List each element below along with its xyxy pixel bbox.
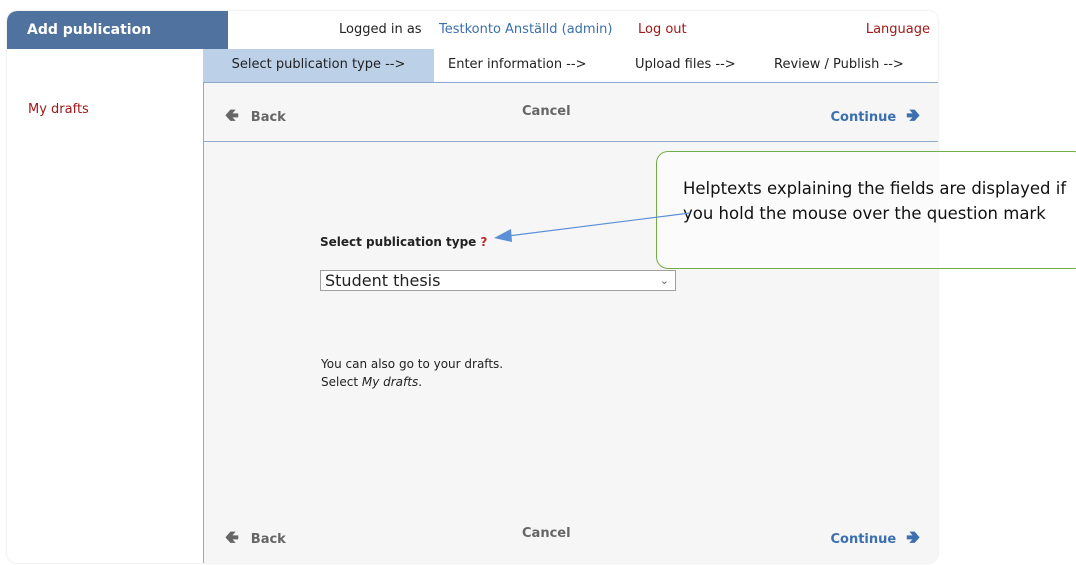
- language-link[interactable]: Language: [866, 22, 930, 37]
- drafts-note-line2: Select My drafts.: [321, 373, 503, 391]
- top-bar: Logged in as Testkonto Anställd (admin) …: [228, 11, 938, 49]
- logout-link[interactable]: Log out: [638, 22, 687, 37]
- step-tabs: Select publication type --> Enter inform…: [203, 49, 938, 83]
- page-title: Add publication: [7, 11, 228, 49]
- chevron-down-icon: ⌄: [659, 274, 669, 287]
- drafts-note: You can also go to your drafts. Select M…: [321, 355, 503, 391]
- back-button-bottom[interactable]: 🢀 Back: [225, 525, 286, 554]
- sidebar: My drafts: [7, 49, 203, 563]
- arrow-left-icon: 🢀: [225, 528, 239, 548]
- cancel-button[interactable]: Cancel: [522, 104, 571, 119]
- arrow-right-icon: 🢂: [906, 106, 920, 126]
- tab-upload-files[interactable]: Upload files -->: [635, 49, 736, 82]
- publication-type-select[interactable]: Student thesis ⌄: [320, 270, 676, 291]
- help-callout: Helptexts explaining the fields are disp…: [656, 151, 1076, 269]
- drafts-note-link: My drafts: [361, 375, 419, 389]
- sidebar-item-my-drafts[interactable]: My drafts: [28, 102, 89, 117]
- tab-review-publish[interactable]: Review / Publish -->: [774, 49, 904, 82]
- back-label: Back: [250, 110, 286, 125]
- continue-button[interactable]: Continue 🢂: [830, 103, 920, 132]
- continue-label: Continue: [830, 110, 897, 125]
- drafts-note-suffix: .: [418, 375, 423, 389]
- nav-bar-bottom: 🢀 Back Cancel Continue 🢂: [204, 505, 938, 563]
- publication-type-value: Student thesis: [325, 271, 441, 290]
- cancel-button-bottom[interactable]: Cancel: [522, 526, 571, 541]
- drafts-note-line1: You can also go to your drafts.: [321, 357, 504, 371]
- arrow-right-icon: 🢂: [906, 528, 920, 548]
- logged-in-label: Logged in as: [339, 22, 422, 37]
- help-question-mark[interactable]: ?: [480, 235, 487, 249]
- continue-label-bottom: Continue: [830, 532, 897, 547]
- publication-type-label: Select publication type?: [320, 235, 487, 249]
- arrow-left-icon: 🢀: [225, 106, 239, 126]
- app-frame: Add publication Logged in as Testkonto A…: [7, 11, 938, 563]
- nav-bar-top: 🢀 Back Cancel Continue 🢂: [204, 83, 938, 142]
- back-button[interactable]: 🢀 Back: [225, 103, 286, 132]
- drafts-note-prefix: Select: [321, 375, 362, 389]
- back-label-bottom: Back: [250, 532, 286, 547]
- tab-enter-information[interactable]: Enter information -->: [448, 49, 586, 82]
- tab-select-publication-type[interactable]: Select publication type -->: [203, 49, 434, 82]
- publication-type-label-text: Select publication type: [320, 235, 477, 249]
- continue-button-bottom[interactable]: Continue 🢂: [830, 525, 920, 554]
- user-account-link[interactable]: Testkonto Anställd (admin): [439, 22, 613, 37]
